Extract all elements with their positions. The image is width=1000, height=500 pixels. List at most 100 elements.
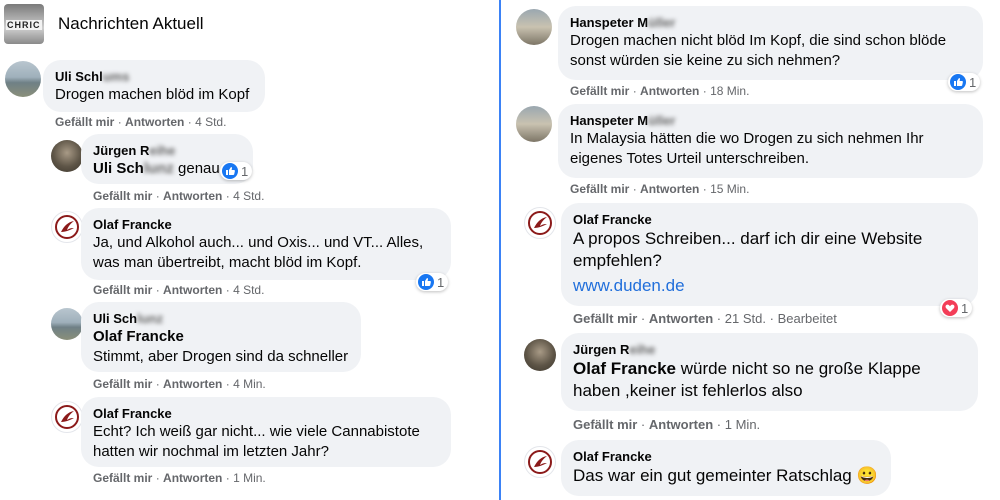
comment-time[interactable]: 4 Std.: [195, 115, 226, 129]
feather-logo-icon: [528, 450, 552, 474]
reply-link[interactable]: Antworten: [163, 377, 222, 391]
comment-text: In Malaysia hätten die wo Drogen zu sich…: [570, 130, 924, 167]
feather-logo-icon: [55, 215, 79, 239]
comment-bubble: Uli Schlums Drogen machen blöd im Kopf: [43, 60, 265, 112]
avatar[interactable]: [51, 308, 83, 340]
comment-author[interactable]: Jürgen Reihe: [93, 142, 241, 159]
comment-actions: Gefällt mir · Antworten · 4 Std.: [93, 283, 265, 297]
like-link[interactable]: Gefällt mir: [570, 84, 629, 98]
comment-text: Ja, und Alkohol auch... und Oxis... und …: [93, 234, 424, 271]
comment-author[interactable]: Jürgen Reihe: [573, 341, 966, 358]
comment-bubble: Hanspeter Müller Drogen machen nicht blö…: [558, 6, 983, 80]
reaction-count: 1: [969, 74, 977, 90]
like-link[interactable]: Gefällt mir: [573, 311, 637, 326]
reply-link[interactable]: Antworten: [125, 115, 184, 129]
comment-author[interactable]: Uli Schlunz: [93, 310, 349, 327]
reaction-count: 1: [961, 300, 969, 316]
comment-bubble: Olaf Francke Echt? Ich weiß gar nicht...…: [81, 397, 451, 467]
like-link[interactable]: Gefällt mir: [55, 115, 114, 129]
edited-label: Bearbeitet: [777, 311, 837, 326]
avatar[interactable]: [516, 106, 552, 142]
mention-tag[interactable]: Olaf Francke: [93, 327, 349, 347]
like-link[interactable]: Gefällt mir: [573, 417, 637, 432]
comment-time[interactable]: 21 Std.: [725, 311, 766, 326]
avatar[interactable]: [5, 61, 41, 97]
column-divider: [499, 0, 501, 500]
page-logo[interactable]: CHRIC: [4, 4, 44, 44]
comment-actions: Gefällt mir · Antworten · 15 Min.: [570, 182, 750, 196]
comment-bubble: Olaf Francke A propos Schreiben... darf …: [561, 203, 978, 306]
comment-time[interactable]: 4 Min.: [233, 377, 266, 391]
mention-tag[interactable]: Uli Schlunz: [93, 160, 174, 177]
comment-author[interactable]: Hanspeter Müller: [570, 14, 971, 31]
comment-actions: Gefällt mir · Antworten · 4 Min.: [93, 377, 266, 391]
like-link[interactable]: Gefällt mir: [570, 182, 629, 196]
avatar[interactable]: [524, 339, 556, 371]
comment-time[interactable]: 18 Min.: [710, 84, 749, 98]
comment-actions: Gefällt mir · Antworten · 4 Std.: [93, 189, 265, 203]
comment-author[interactable]: Uli Schlums: [55, 68, 253, 85]
reply-link[interactable]: Antworten: [640, 182, 699, 196]
comment-time[interactable]: 15 Min.: [710, 182, 749, 196]
comment-text: Drogen machen nicht blöd Im Kopf, die si…: [570, 32, 947, 69]
feather-logo-icon: [55, 405, 79, 429]
comment-author[interactable]: Olaf Francke: [93, 405, 439, 422]
comment-author[interactable]: Olaf Francke: [93, 216, 439, 233]
reply-link[interactable]: Antworten: [163, 283, 222, 297]
reply-link[interactable]: Antworten: [163, 471, 222, 485]
avatar[interactable]: [51, 140, 83, 172]
comment-actions: Gefällt mir · Antworten · 4 Std.: [55, 115, 227, 129]
comment-bubble: Jürgen Reihe Olaf Francke würde nicht so…: [561, 333, 978, 411]
reaction-badge[interactable]: 1: [416, 273, 449, 291]
reply-link[interactable]: Antworten: [649, 311, 713, 326]
reaction-badge[interactable]: 1: [948, 73, 981, 91]
avatar[interactable]: [51, 401, 83, 433]
thumbs-up-icon: [222, 163, 238, 179]
mention-tag[interactable]: Olaf Francke: [573, 359, 676, 378]
comment-time[interactable]: 1 Min.: [233, 471, 266, 485]
avatar[interactable]: [524, 446, 556, 478]
avatar[interactable]: [51, 211, 83, 243]
like-link[interactable]: Gefällt mir: [93, 189, 152, 203]
comment-actions: Gefällt mir · Antworten · 18 Min.: [570, 84, 750, 98]
comment-bubble: Olaf Francke Ja, und Alkohol auch... und…: [81, 208, 451, 280]
comment-text: Olaf Francke Stimmt, aber Drogen sind da …: [93, 327, 349, 365]
comment-time[interactable]: 1 Min.: [725, 417, 760, 432]
avatar[interactable]: [516, 9, 552, 45]
comment-author[interactable]: Olaf Francke: [573, 211, 966, 228]
thumbs-up-icon: [950, 74, 966, 90]
comment-actions: Gefällt mir · Antworten · 1 Min.: [93, 471, 266, 485]
comment-bubble: Hanspeter Müller In Malaysia hätten die …: [558, 104, 983, 178]
comment-text: A propos Schreiben... darf ich dir eine …: [573, 229, 923, 270]
thumbs-up-icon: [418, 274, 434, 290]
like-link[interactable]: Gefällt mir: [93, 471, 152, 485]
comment-author[interactable]: Olaf Francke: [573, 448, 879, 465]
reaction-badge[interactable]: 1: [220, 162, 253, 180]
comment-bubble: Uli Schlunz Olaf Francke Stimmt, aber Dro…: [81, 302, 361, 372]
reply-link[interactable]: Antworten: [640, 84, 699, 98]
comment-actions: Gefällt mir · Antworten · 21 Std. · Bear…: [573, 311, 837, 326]
duden-link[interactable]: www.duden.de: [573, 275, 966, 297]
comment-text: Das war ein gut gemeinter Ratschlag 😀: [573, 466, 878, 485]
comment-actions: Gefällt mir · Antworten · 1 Min.: [573, 417, 761, 432]
reaction-count: 1: [437, 274, 445, 290]
comment-text: Echt? Ich weiß gar nicht... wie viele Ca…: [93, 423, 420, 460]
heart-icon: [942, 300, 958, 316]
comment-time[interactable]: 4 Std.: [233, 283, 264, 297]
like-link[interactable]: Gefällt mir: [93, 377, 152, 391]
reaction-count: 1: [241, 163, 249, 179]
page-title[interactable]: Nachrichten Aktuell: [58, 14, 204, 34]
comment-author[interactable]: Hanspeter Müller: [570, 112, 971, 129]
feather-logo-icon: [528, 211, 552, 235]
comment-bubble: Olaf Francke Das war ein gut gemeinter R…: [561, 440, 891, 496]
reply-link[interactable]: Antworten: [163, 189, 222, 203]
comment-time[interactable]: 4 Std.: [233, 189, 264, 203]
comment-text: Olaf Francke würde nicht so ne große Kla…: [573, 359, 921, 400]
avatar[interactable]: [524, 207, 556, 239]
grinning-face-icon: 😀: [856, 466, 878, 485]
reply-link[interactable]: Antworten: [649, 417, 713, 432]
comment-text: Drogen machen blöd im Kopf: [55, 86, 250, 103]
page-logo-text: CHRIC: [6, 20, 42, 30]
like-link[interactable]: Gefällt mir: [93, 283, 152, 297]
reaction-badge[interactable]: 1: [940, 299, 973, 317]
